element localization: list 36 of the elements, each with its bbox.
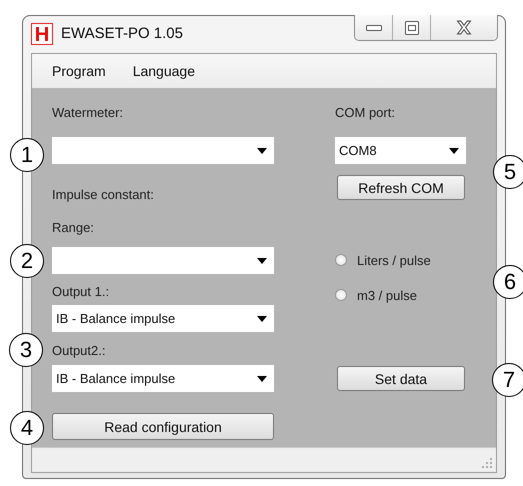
- dropdown[interactable]: IB - Balance impulse: [52, 305, 274, 332]
- caret-icon: [257, 148, 267, 154]
- step-number: 1: [10, 138, 44, 172]
- caret-icon: [449, 148, 459, 154]
- window-title: EWASET-PO 1.05: [61, 25, 183, 42]
- radio-button[interactable]: [335, 289, 347, 301]
- dropdown[interactable]: IB - Balance impulse: [52, 365, 274, 392]
- caret-icon: [257, 316, 267, 322]
- step-number: 4: [10, 411, 44, 445]
- field-label: Watermeter:: [52, 105, 124, 121]
- close-icon: [455, 20, 473, 35]
- button[interactable]: Refresh COM: [337, 175, 465, 200]
- minimize-icon: [366, 24, 382, 32]
- maximize-icon: [404, 20, 418, 34]
- caret-icon: [257, 376, 267, 382]
- menu-item[interactable]: Language: [132, 63, 195, 79]
- step-number: 3: [9, 333, 43, 367]
- field-label: Impulse constant:: [52, 187, 154, 203]
- radio-label: Liters / pulse: [357, 252, 431, 268]
- step-number: 2: [10, 244, 44, 278]
- radio-button[interactable]: [335, 254, 347, 266]
- button[interactable]: Read configuration: [52, 413, 274, 440]
- radio-label: m3 / pulse: [357, 288, 417, 302]
- maximize-button[interactable]: [393, 15, 431, 40]
- close-button[interactable]: [431, 15, 497, 40]
- resize-grip-icon[interactable]: [481, 457, 493, 469]
- field-label: Output 1.:: [52, 284, 110, 300]
- field-label: Output2.:: [52, 343, 106, 359]
- caret-icon: [257, 258, 267, 264]
- app-logo-icon: [31, 22, 53, 44]
- menu-item[interactable]: Program: [52, 63, 106, 79]
- minimize-button[interactable]: [355, 15, 393, 40]
- button[interactable]: Set data: [337, 366, 465, 391]
- field-label: COM port:: [335, 105, 395, 121]
- dropdown[interactable]: COM8: [335, 137, 466, 164]
- field-label: Range:: [52, 220, 94, 236]
